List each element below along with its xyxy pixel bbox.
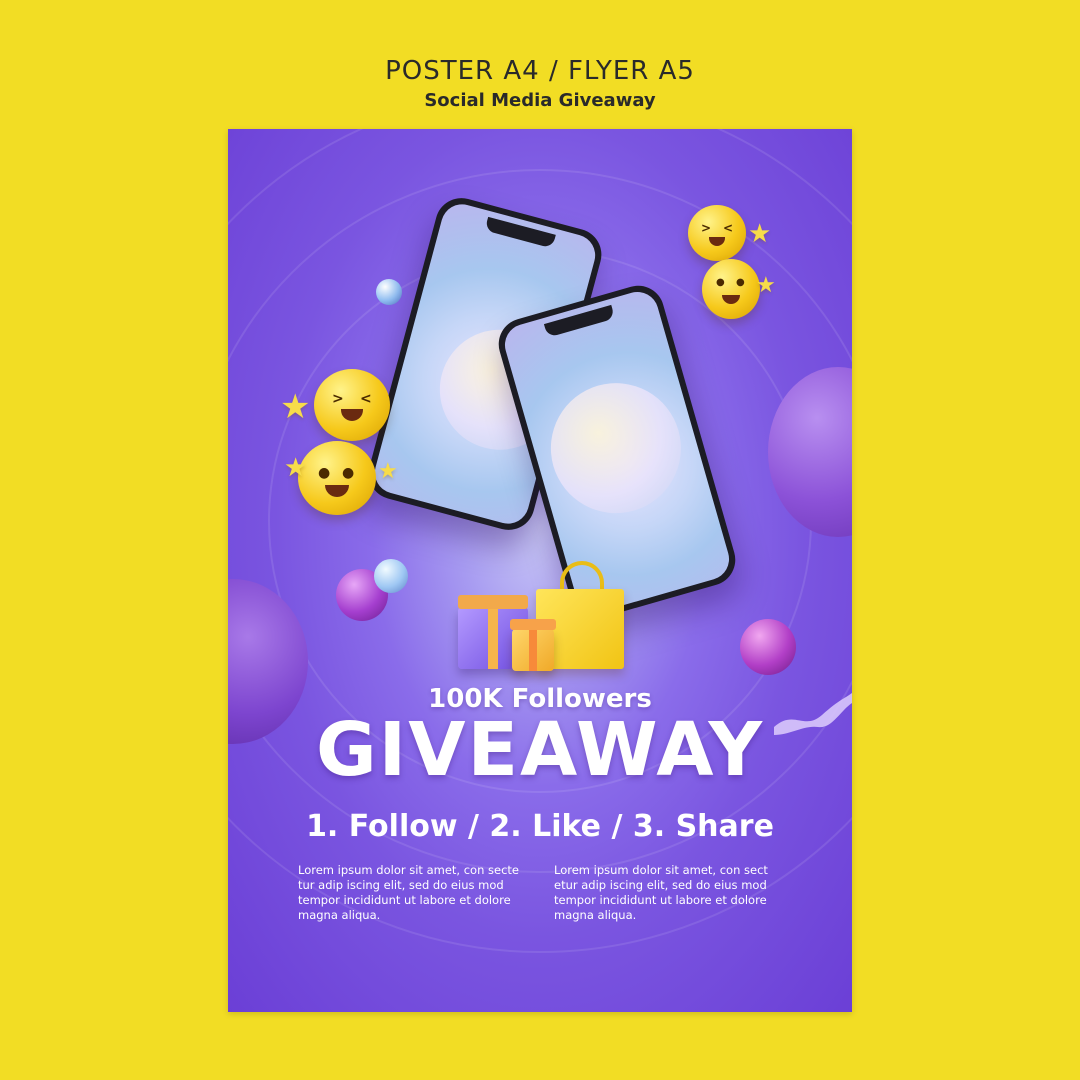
- laughing-emoji-icon: > <: [314, 369, 390, 441]
- emoji-eye: ●: [716, 277, 725, 288]
- body-text-left: Lorem ipsum dolor sit amet, con secte tu…: [298, 863, 520, 922]
- smiling-emoji-icon: ● ●: [298, 441, 376, 515]
- screen-orb: [535, 367, 697, 529]
- phone-notch: [543, 304, 616, 338]
- emoji-eye: ●: [736, 277, 745, 288]
- poster: > < ● ● ★ ★ ★ > < ● ● ★ ★ 100K Followers…: [228, 129, 852, 1012]
- emoji-eye: >: [332, 391, 344, 407]
- emoji-mouth: [722, 295, 740, 304]
- star-icon: ★: [284, 453, 308, 483]
- emoji-mouth: [709, 237, 725, 246]
- emoji-eye: <: [723, 221, 734, 235]
- emoji-eye: >: [701, 221, 712, 235]
- star-icon: ★: [748, 219, 772, 249]
- smiling-emoji-icon: ● ●: [702, 259, 760, 319]
- star-icon: ★: [378, 459, 398, 484]
- body-text-right: Lorem ipsum dolor sit amet, con sect etu…: [554, 863, 768, 922]
- gift-ribbon: [510, 619, 556, 630]
- star-icon: ★: [756, 273, 776, 298]
- gift-ribbon: [488, 607, 498, 669]
- giveaway-headline: GIVEAWAY: [315, 707, 765, 793]
- emoji-mouth: [325, 485, 349, 497]
- phone-notch: [484, 216, 556, 249]
- giveaway-steps: 1. Follow / 2. Like / 3. Share: [306, 809, 774, 844]
- page-subtitle: Social Media Giveaway: [424, 90, 656, 111]
- emoji-eye: <: [360, 391, 372, 407]
- gift-ribbon: [458, 595, 528, 609]
- gift-ribbon: [529, 629, 537, 671]
- small-sphere: [374, 559, 408, 593]
- page-title: POSTER A4 / FLYER A5: [385, 56, 695, 86]
- small-sphere: [376, 279, 402, 305]
- star-icon: ★: [280, 387, 311, 427]
- gift-box-icon: [510, 619, 556, 671]
- small-sphere: [740, 619, 796, 675]
- emoji-eye: ●: [342, 465, 355, 481]
- emoji-mouth: [341, 409, 363, 421]
- emoji-eye: ●: [318, 465, 331, 481]
- laughing-emoji-icon: > <: [688, 205, 746, 261]
